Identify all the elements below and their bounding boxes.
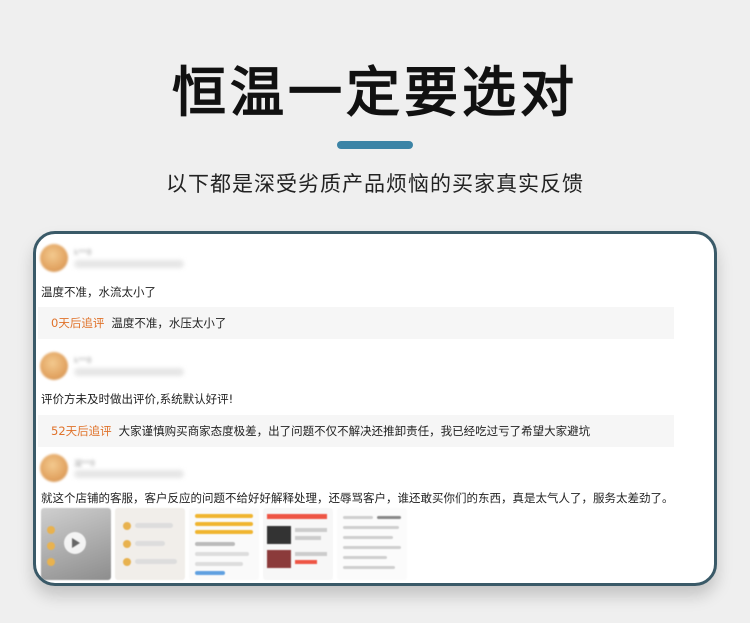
page-title: 恒温一定要选对 [172, 61, 578, 124]
title-divider [337, 141, 413, 149]
review-user: 凝**8 [40, 454, 184, 482]
avatar[interactable] [40, 352, 68, 380]
review-comment: 就这个店铺的客服，客户反应的问题不给好好解释处理，还辱骂客户，谁还敢买你们的东西… [41, 491, 674, 505]
user-name: 凝**8 [74, 459, 96, 468]
review-meta [74, 260, 184, 268]
follow-up-text: 大家谨慎购买商家态度极差，出了问题不仅不解决还推卸责任，我已经吃过亏了希望大家避… [118, 424, 591, 438]
review-user: k**8 [40, 244, 184, 272]
reviews-card: k**8 温度不准，水流太小了 0天后追评 温度不准，水压太小了 k**8 评价… [33, 231, 717, 586]
review-meta [74, 470, 184, 478]
follow-up-tag: 0天后追评 [51, 316, 105, 330]
review-user: k**8 [40, 352, 184, 380]
user-name: k**8 [74, 356, 92, 365]
play-icon[interactable] [64, 532, 86, 554]
follow-up-review: 0天后追评 温度不准，水压太小了 [38, 307, 674, 339]
order-screenshot-thumbnail[interactable] [189, 508, 259, 580]
review-meta [74, 368, 184, 376]
user-name: k**8 [74, 248, 92, 257]
video-thumbnail[interactable] [41, 508, 111, 580]
product-screenshot-thumbnail[interactable] [263, 508, 333, 580]
review-comment: 评价方未及时做出评价,系统默认好评! [41, 392, 234, 406]
chat-screenshot-thumbnail[interactable] [115, 508, 185, 580]
follow-up-review: 52天后追评 大家谨慎购买商家态度极差，出了问题不仅不解决还推卸责任，我已经吃过… [38, 415, 674, 447]
review-comment: 温度不准，水流太小了 [41, 285, 156, 299]
follow-up-text: 温度不准，水压太小了 [111, 316, 227, 330]
follow-up-tag: 52天后追评 [51, 424, 112, 438]
message-screenshot-thumbnail[interactable] [337, 508, 407, 580]
page-subtitle: 以下都是深受劣质产品烦恼的买家真实反馈 [166, 172, 584, 196]
avatar[interactable] [40, 454, 68, 482]
review-images [41, 508, 407, 580]
avatar[interactable] [40, 244, 68, 272]
